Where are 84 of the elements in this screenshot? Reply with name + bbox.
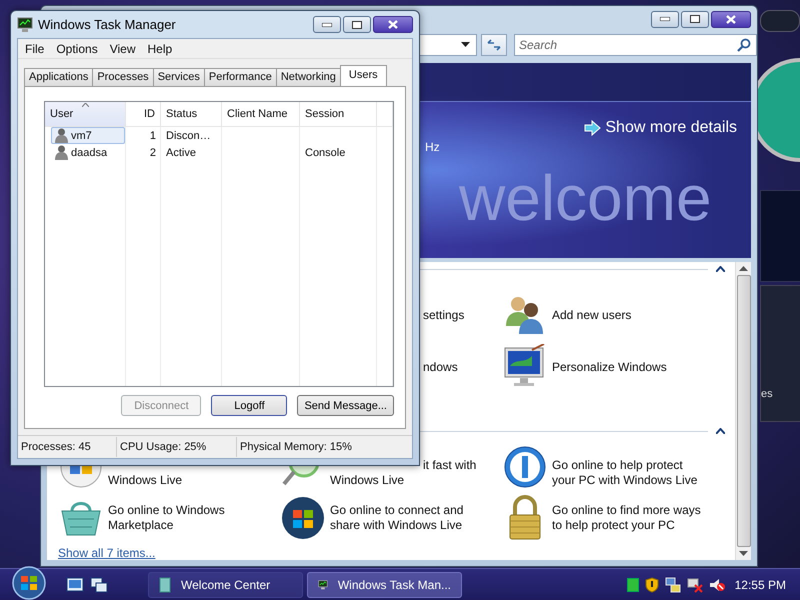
task-link[interactable]: Go online to Windows Marketplace — [108, 503, 225, 533]
column-header[interactable]: Status — [161, 102, 222, 126]
task-link[interactable]: Go online to help protect your PC with Windows Live — [552, 458, 698, 488]
system-detail-text: Hz — [425, 140, 440, 156]
collapse-caret-icon — [716, 428, 725, 434]
status-text: Physical Memory: 15% — [239, 440, 353, 455]
action-button[interactable]: Logoff — [211, 395, 288, 416]
maximize-icon — [690, 15, 700, 24]
column-header[interactable]: User — [45, 102, 126, 126]
taskbar-button[interactable]: Windows Task Man... — [307, 572, 462, 598]
scroll-up-icon — [739, 266, 748, 271]
search-field[interactable]: Search — [514, 34, 757, 56]
task-link[interactable]: it fast with Windows Live — [330, 458, 476, 488]
tab[interactable]: Performance — [204, 68, 277, 86]
sort-caret-icon — [82, 103, 89, 107]
gadget-bar — [760, 10, 800, 32]
close-icon — [726, 14, 736, 24]
start-orb-icon[interactable] — [10, 566, 48, 600]
user-name: daadsa — [71, 146, 108, 158]
maximize-button[interactable] — [343, 16, 371, 33]
monitor-icon — [17, 16, 33, 32]
maximize-icon — [352, 20, 362, 28]
column-header[interactable]: Client Name — [222, 102, 300, 126]
user-row[interactable]: daadsa — [51, 144, 125, 161]
table-cell: Discon… — [166, 130, 211, 142]
clock-text[interactable]: 12:55 PM — [734, 578, 786, 592]
show-all-link[interactable]: Show all 7 items... — [58, 546, 156, 560]
flag-orb-icon — [280, 495, 326, 541]
minimize-button[interactable] — [651, 10, 679, 28]
action-button[interactable]: Send Message... — [297, 395, 394, 416]
gadget-text: es — [761, 388, 773, 400]
arrow-icon — [584, 120, 602, 136]
status-meter-icon[interactable] — [626, 578, 639, 592]
table-cell: Active — [166, 146, 196, 158]
windows-switch-icon[interactable] — [90, 576, 108, 592]
tab[interactable]: Users — [340, 65, 387, 86]
shield-icon[interactable] — [644, 576, 659, 592]
dropdown-caret-icon — [461, 42, 470, 48]
collapse-caret-icon — [716, 266, 725, 272]
table-cell: 1 — [150, 130, 156, 142]
show-more-details-link[interactable]: Show more details — [584, 118, 751, 138]
maximize-button[interactable] — [681, 10, 709, 28]
minimize-icon — [322, 22, 332, 26]
table-cell: 2 — [150, 146, 156, 158]
refresh-button[interactable] — [481, 34, 507, 56]
network-icon[interactable] — [664, 576, 681, 592]
column-header[interactable]: ID — [126, 102, 161, 126]
close-icon — [388, 20, 398, 29]
desktop-icon[interactable] — [66, 576, 84, 592]
table-cell: Console — [305, 146, 346, 158]
person-icon — [55, 128, 68, 143]
task-link[interactable]: Personalize Windows — [552, 360, 667, 374]
number-one-icon — [502, 444, 548, 490]
minimize-icon — [660, 17, 670, 22]
tab[interactable]: Processes — [92, 68, 154, 86]
document-icon — [159, 576, 171, 592]
status-text: Processes: 45 — [18, 437, 117, 457]
speaker-muted-icon[interactable] — [708, 576, 725, 592]
refresh-icon — [487, 38, 501, 51]
task-link[interactable]: Go online to find more ways to help protect your PC — [552, 503, 701, 533]
window-title: Windows Task Manager — [38, 17, 177, 32]
minimize-button[interactable] — [313, 16, 341, 33]
menu-item[interactable]: Options — [51, 42, 105, 56]
menu-item[interactable]: Help — [142, 42, 180, 56]
task-link[interactable]: Go online to connect and share with Windows Live — [330, 503, 464, 533]
menu-item[interactable]: View — [104, 42, 142, 56]
tab[interactable]: Networking — [276, 68, 341, 86]
person-icon — [55, 145, 68, 160]
scrollbar[interactable] — [735, 262, 751, 560]
tab[interactable]: Services — [152, 68, 205, 86]
column-header[interactable]: Session — [300, 102, 377, 126]
task-link[interactable]: Windows Live — [108, 473, 182, 488]
welcome-watermark: welcome — [459, 160, 712, 236]
tab[interactable]: Applications — [24, 68, 94, 86]
close-button[interactable] — [711, 10, 751, 28]
close-button[interactable] — [373, 16, 413, 33]
user-name: vm7 — [71, 130, 92, 142]
status-text: CPU Usage: 25% — [117, 437, 237, 457]
network-error-icon[interactable] — [686, 576, 703, 592]
user-row[interactable]: vm7 — [51, 127, 125, 144]
task-link[interactable]: Add new users — [552, 308, 632, 322]
taskbar-button[interactable]: Welcome Center — [148, 572, 303, 598]
scroll-down-icon — [739, 551, 748, 556]
menu-item[interactable]: File — [20, 42, 52, 56]
